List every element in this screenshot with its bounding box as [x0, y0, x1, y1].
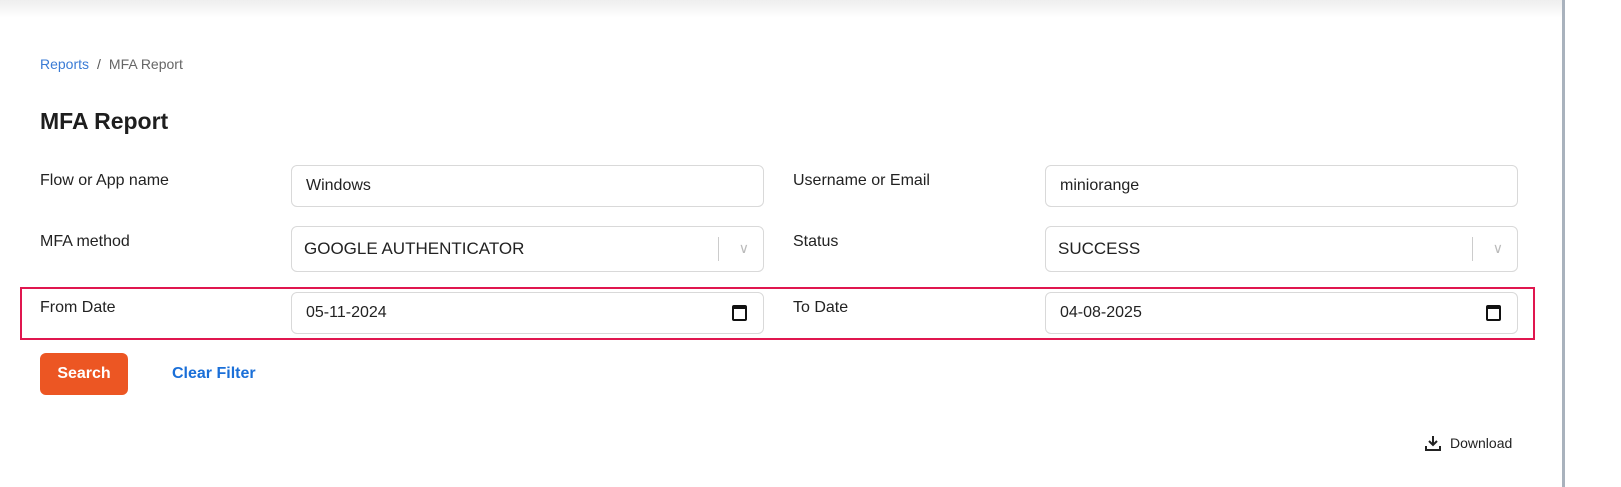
download-button[interactable]: Download — [1424, 434, 1512, 452]
from-date-input[interactable]: 05-11-2024 — [291, 292, 764, 334]
method-label: MFA method — [40, 233, 130, 250]
user-input[interactable]: miniorange — [1045, 165, 1518, 207]
from-date-label: From Date — [40, 299, 116, 316]
search-button[interactable]: Search — [40, 353, 128, 395]
from-date-value: 05-11-2024 — [306, 304, 387, 321]
status-select[interactable]: SUCCESS ∨ — [1045, 226, 1518, 272]
select-divider — [718, 237, 719, 261]
status-label: Status — [793, 233, 839, 250]
breadcrumb-reports-link[interactable]: Reports — [40, 56, 89, 72]
calendar-icon[interactable] — [732, 305, 747, 321]
flow-input[interactable]: Windows — [291, 165, 764, 207]
chevron-down-icon[interactable]: ∨ — [739, 240, 749, 257]
scrollbar[interactable] — [1562, 0, 1621, 487]
flow-label: Flow or App name — [40, 172, 169, 189]
download-label: Download — [1450, 435, 1513, 451]
method-select[interactable]: GOOGLE AUTHENTICATOR ∨ — [291, 226, 764, 272]
to-date-label: To Date — [793, 299, 849, 316]
clear-filter-link[interactable]: Clear Filter — [172, 365, 256, 383]
breadcrumb: Reports / MFA Report — [40, 56, 183, 72]
to-date-value: 04-08-2025 — [1060, 304, 1142, 321]
status-value: SUCCESS — [1058, 239, 1141, 258]
calendar-icon[interactable] — [1486, 305, 1501, 321]
select-divider — [1472, 237, 1473, 261]
user-label: Username or Email — [793, 172, 930, 189]
method-value: GOOGLE AUTHENTICATOR — [304, 239, 525, 258]
breadcrumb-current: MFA Report — [108, 56, 183, 72]
download-icon — [1425, 436, 1441, 451]
page-title: MFA Report — [40, 108, 169, 134]
to-date-input[interactable]: 04-08-2025 — [1045, 292, 1518, 334]
chevron-down-icon[interactable]: ∨ — [1493, 240, 1503, 257]
breadcrumb-separator: / — [97, 56, 101, 72]
top-shadow — [0, 0, 1562, 18]
